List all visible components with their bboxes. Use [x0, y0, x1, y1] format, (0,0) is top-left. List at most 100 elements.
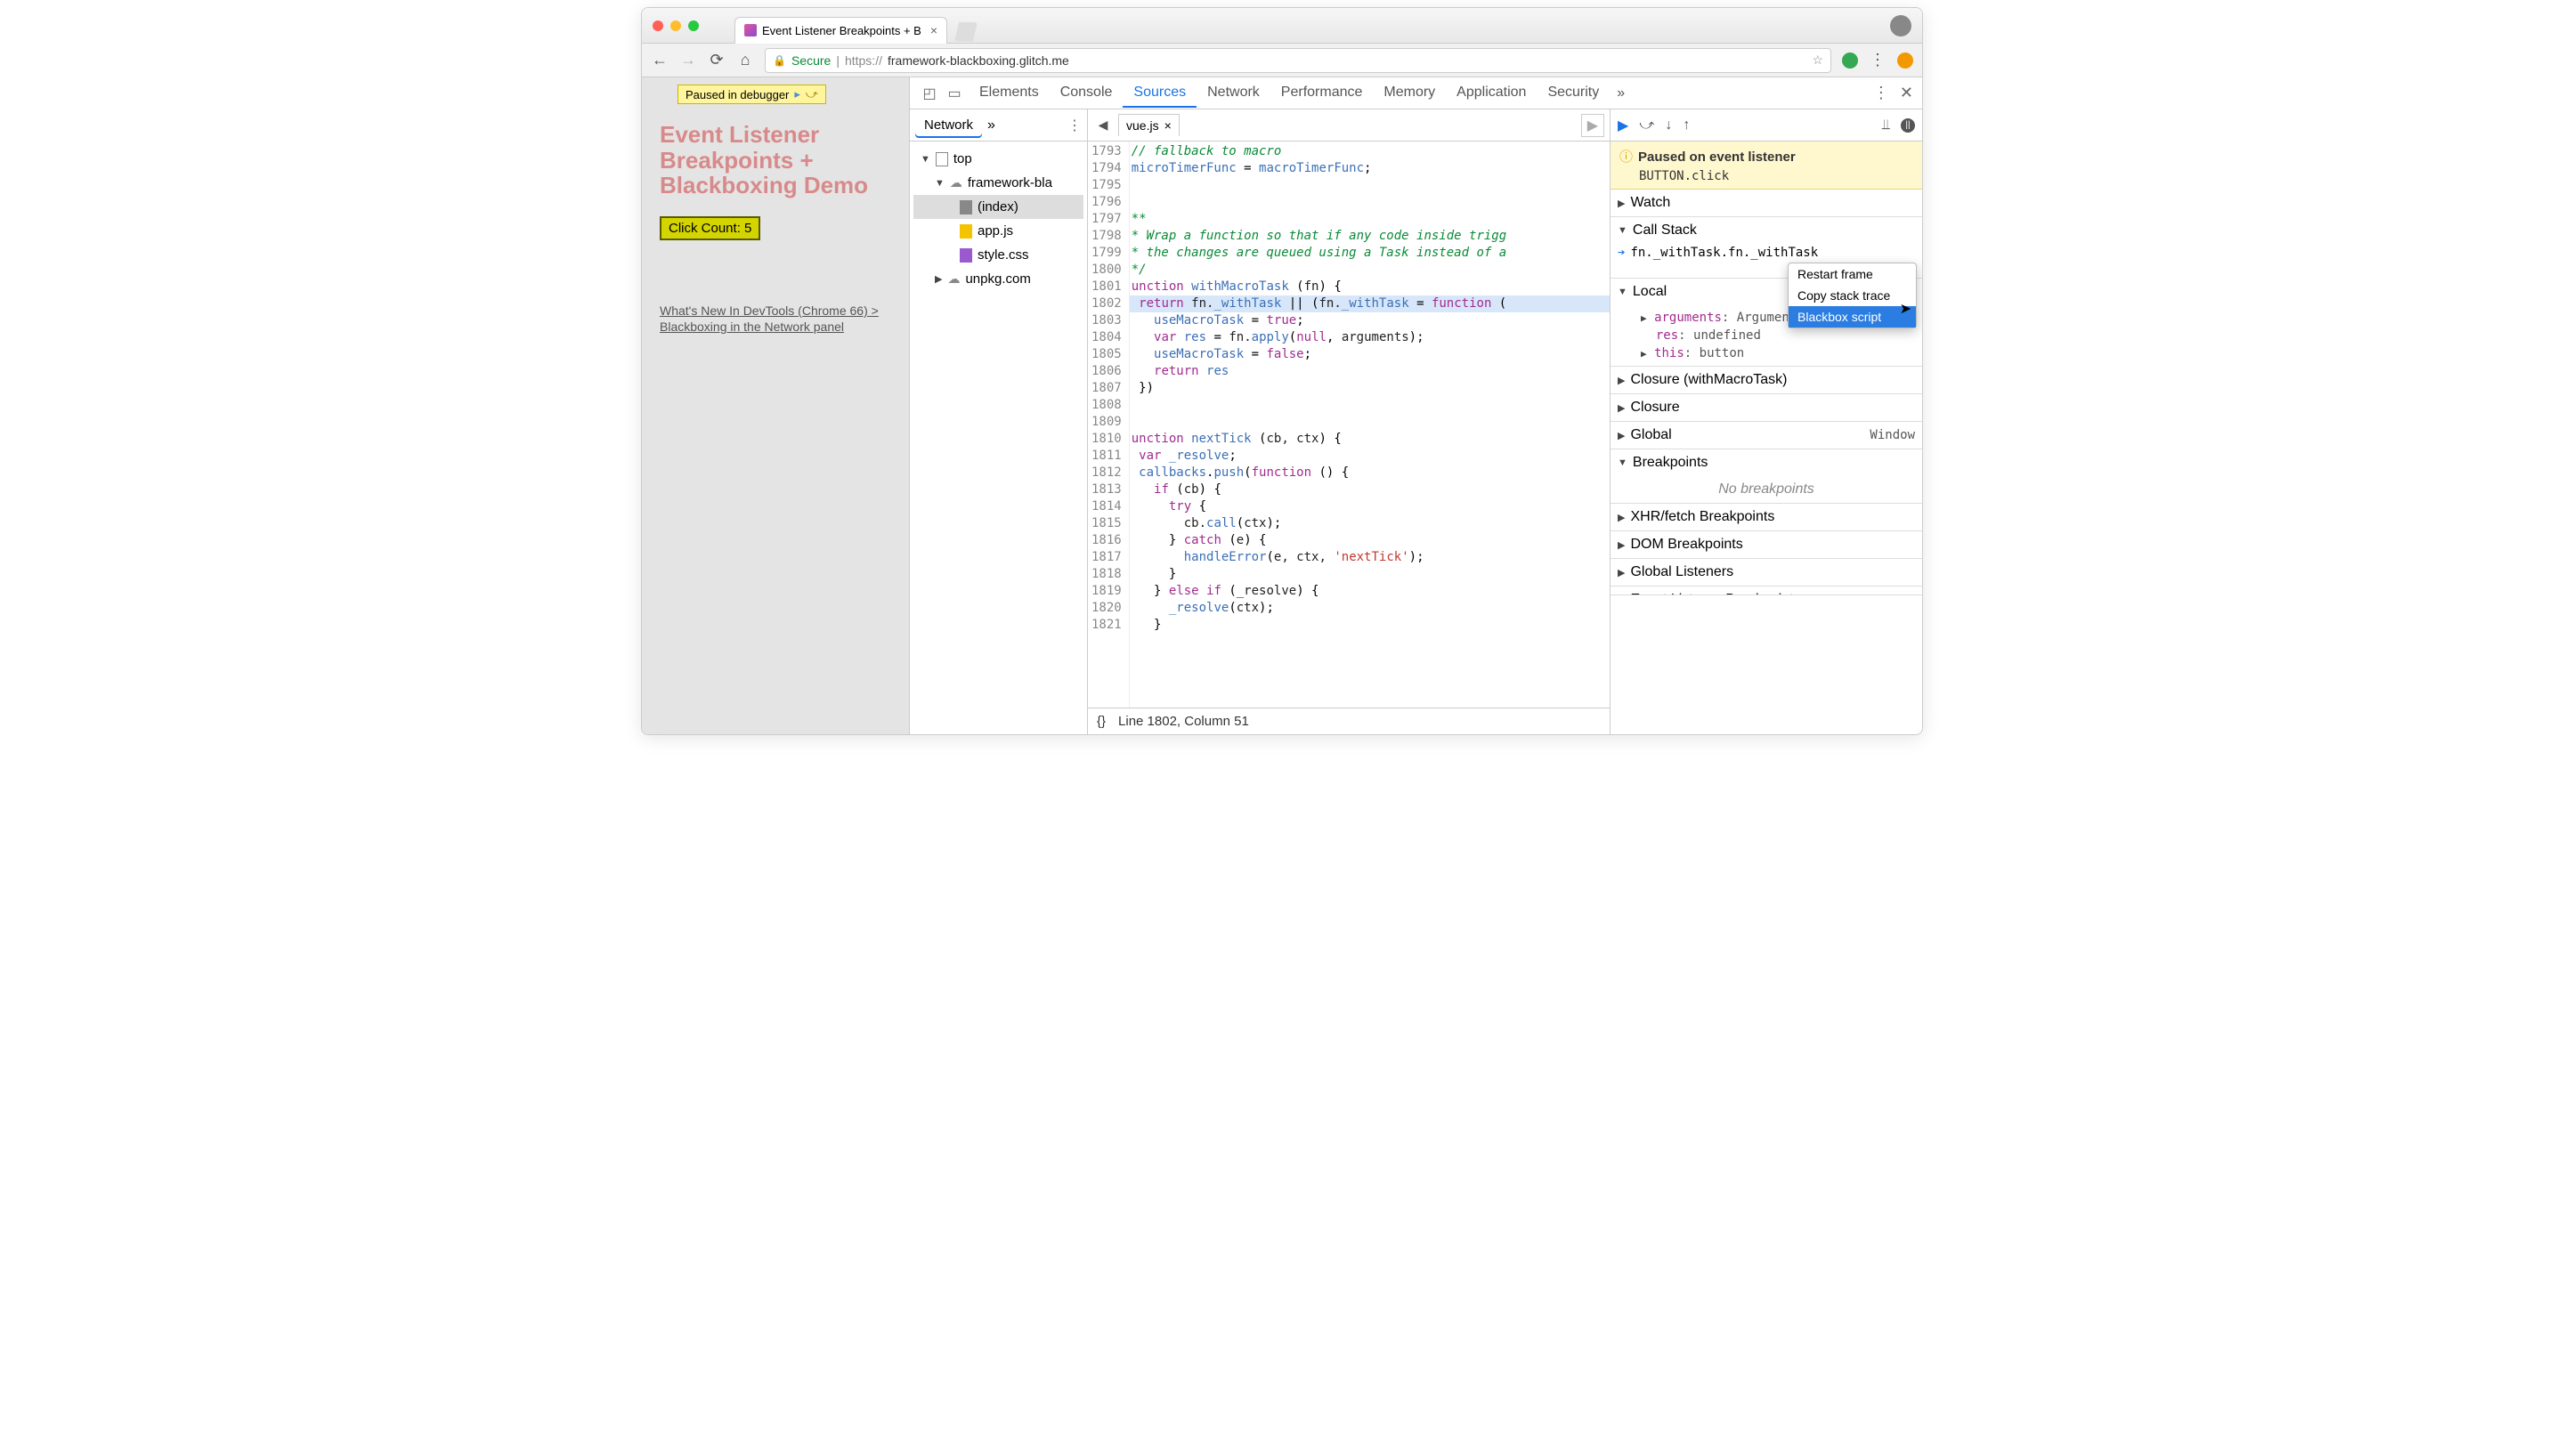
breakpoints-section[interactable]: ▼Breakpoints [1611, 449, 1922, 476]
devtools-tab-performance[interactable]: Performance [1270, 79, 1374, 108]
step-over-icon[interactable]: ⤻ [806, 87, 818, 101]
debugger-toolbar: ▶ ⤻ ↓ ↑ ⫫ || [1611, 109, 1922, 142]
devtools-tab-elements[interactable]: Elements [969, 79, 1050, 108]
devtools-panel: ◰ ▭ ElementsConsoleSourcesNetworkPerform… [909, 77, 1922, 734]
inspect-element-icon[interactable]: ◰ [919, 85, 940, 102]
browser-tab[interactable]: Event Listener Breakpoints + B × [734, 17, 947, 44]
resume-icon[interactable]: ▸ [794, 87, 800, 101]
pause-exceptions-button[interactable]: || [1901, 118, 1915, 133]
scope-global-section[interactable]: ▶GlobalWindow [1611, 422, 1922, 449]
maximize-window-button[interactable] [688, 20, 699, 31]
devtools-tab-application[interactable]: Application [1446, 79, 1537, 108]
address-bar: ← → ⟳ ⌂ 🔒 Secure | https://framework-bla… [642, 44, 1922, 77]
browser-window: Event Listener Breakpoints + B × ← → ⟳ ⌂… [641, 7, 1923, 735]
scope-variable[interactable]: ▶ this: button [1632, 344, 1915, 362]
device-toggle-icon[interactable]: ▭ [944, 85, 965, 102]
paused-banner: ⓘPaused on event listener BUTTON.click [1611, 142, 1922, 190]
tree-domain[interactable]: ▶unpkg.com [913, 267, 1083, 291]
context-menu-item[interactable]: Blackbox script [1789, 306, 1916, 328]
dom-breakpoints-section[interactable]: ▶DOM Breakpoints [1611, 531, 1922, 558]
step-into-button[interactable]: ↓ [1665, 117, 1672, 133]
tree-file[interactable]: (index) [913, 195, 1083, 219]
xhr-breakpoints-section[interactable]: ▶XHR/fetch Breakpoints [1611, 504, 1922, 530]
devtools-tab-sources[interactable]: Sources [1123, 79, 1197, 108]
scope-closure-section[interactable]: ▶Closure [1611, 394, 1922, 421]
extension-icon[interactable] [1897, 53, 1913, 69]
step-over-button[interactable]: ⤻ [1639, 117, 1654, 133]
editor-file-tab[interactable]: vue.js × [1118, 114, 1180, 136]
sources-navigator: Network » ⋮ ▼top ▼framework-bla (index)a… [910, 109, 1088, 734]
forward-button[interactable]: → [679, 51, 697, 69]
call-stack-section[interactable]: ▼Call Stack [1611, 217, 1922, 244]
stack-frame[interactable]: ➔ fn._withTask.fn._withTask [1611, 244, 1922, 262]
devtools-tabbar: ◰ ▭ ElementsConsoleSourcesNetworkPerform… [910, 77, 1922, 109]
context-menu-item[interactable]: Copy stack trace [1789, 285, 1916, 306]
tree-top[interactable]: ▼top [913, 147, 1083, 171]
devtools-menu-icon[interactable]: ⋮ [1873, 84, 1889, 102]
close-window-button[interactable] [653, 20, 663, 31]
new-tab-button[interactable] [954, 22, 978, 42]
editor-statusbar: {} Line 1802, Column 51 [1088, 708, 1610, 734]
format-braces-icon[interactable]: {} [1097, 714, 1106, 729]
tab-title: Event Listener Breakpoints + B [762, 24, 921, 37]
rendered-page: Paused in debugger ▸ ⤻ Event Listener Br… [642, 77, 909, 734]
url-input[interactable]: 🔒 Secure | https://framework-blackboxing… [765, 48, 1831, 73]
step-out-button[interactable]: ↑ [1683, 117, 1690, 133]
navigator-overflow-icon[interactable]: » [987, 117, 995, 133]
overflow-tabs-icon[interactable]: » [1617, 85, 1625, 101]
event-listener-breakpoints-section[interactable]: ▶Event Listener Breakpoints [1611, 586, 1922, 595]
titlebar: Event Listener Breakpoints + B × [642, 8, 1922, 44]
js-file-icon [960, 224, 972, 239]
scope-variable[interactable]: res: undefined [1632, 327, 1915, 344]
mouse-cursor-icon: ➤ [1900, 300, 1911, 318]
extension-icon[interactable] [1842, 53, 1858, 69]
favicon-icon [744, 24, 757, 36]
tree-file[interactable]: style.css [913, 243, 1083, 267]
tab-close-icon[interactable]: × [930, 23, 937, 37]
navigator-menu-icon[interactable]: ⋮ [1067, 117, 1082, 134]
cloud-icon [947, 271, 960, 287]
secure-label: Secure [791, 53, 831, 68]
devtools-tab-memory[interactable]: Memory [1373, 79, 1446, 108]
doc-file-icon [960, 200, 972, 214]
debugger-pane: ▶ ⤻ ↓ ↑ ⫫ || ⓘPaused on event listener B… [1611, 109, 1922, 734]
context-menu-item[interactable]: Restart frame [1789, 263, 1916, 285]
bookmark-star-icon[interactable]: ☆ [1812, 53, 1823, 68]
click-count-button[interactable]: Click Count: 5 [660, 216, 760, 240]
file-tree: ▼top ▼framework-bla (index)app.jsstyle.c… [910, 142, 1087, 296]
main-content: Paused in debugger ▸ ⤻ Event Listener Br… [642, 77, 1922, 734]
context-menu: Restart frameCopy stack traceBlackbox sc… [1788, 263, 1917, 328]
scope-closure-section[interactable]: ▶Closure (withMacroTask) [1611, 367, 1922, 393]
tree-file[interactable]: app.js [913, 219, 1083, 243]
article-link[interactable]: What's New In DevTools (Chrome 66) > Bla… [660, 303, 891, 335]
devtools-tab-console[interactable]: Console [1050, 79, 1124, 108]
current-frame-icon: ➔ [1618, 246, 1625, 260]
watch-section[interactable]: ▶Watch [1611, 190, 1922, 216]
resume-button[interactable]: ▶ [1618, 117, 1628, 134]
deactivate-breakpoints-button[interactable]: ⫫ [1882, 117, 1890, 133]
source-editor: ◀ vue.js × ▶ 179317941795179617971798179… [1088, 109, 1611, 734]
window-controls [653, 20, 699, 31]
minimize-window-button[interactable] [670, 20, 681, 31]
back-button[interactable]: ← [651, 51, 669, 69]
reload-button[interactable]: ⟳ [708, 51, 726, 69]
devtools-close-icon[interactable]: ✕ [1900, 84, 1913, 102]
devtools-tab-network[interactable]: Network [1197, 79, 1270, 108]
show-nav-icon[interactable]: ◀ [1093, 117, 1113, 133]
run-snippet-icon[interactable]: ▶ [1581, 114, 1604, 137]
navigator-tab-network[interactable]: Network [915, 114, 982, 136]
global-listeners-section[interactable]: ▶Global Listeners [1611, 559, 1922, 586]
cloud-icon [950, 175, 962, 190]
home-button[interactable]: ⌂ [736, 51, 754, 69]
menu-icon[interactable]: ⋮ [1869, 51, 1886, 69]
info-icon: ⓘ [1619, 150, 1633, 165]
lock-icon: 🔒 [773, 54, 786, 67]
page-heading: Event Listener Breakpoints + Blackboxing… [660, 122, 891, 198]
tree-domain[interactable]: ▼framework-bla [913, 171, 1083, 195]
paused-overlay-badge: Paused in debugger ▸ ⤻ [678, 85, 826, 104]
profile-avatar-icon[interactable] [1890, 15, 1911, 36]
devtools-tab-security[interactable]: Security [1537, 79, 1610, 108]
close-file-icon[interactable]: × [1164, 118, 1172, 133]
css-file-icon [960, 248, 972, 263]
code-editor[interactable]: 1793179417951796179717981799180018011802… [1088, 142, 1610, 708]
